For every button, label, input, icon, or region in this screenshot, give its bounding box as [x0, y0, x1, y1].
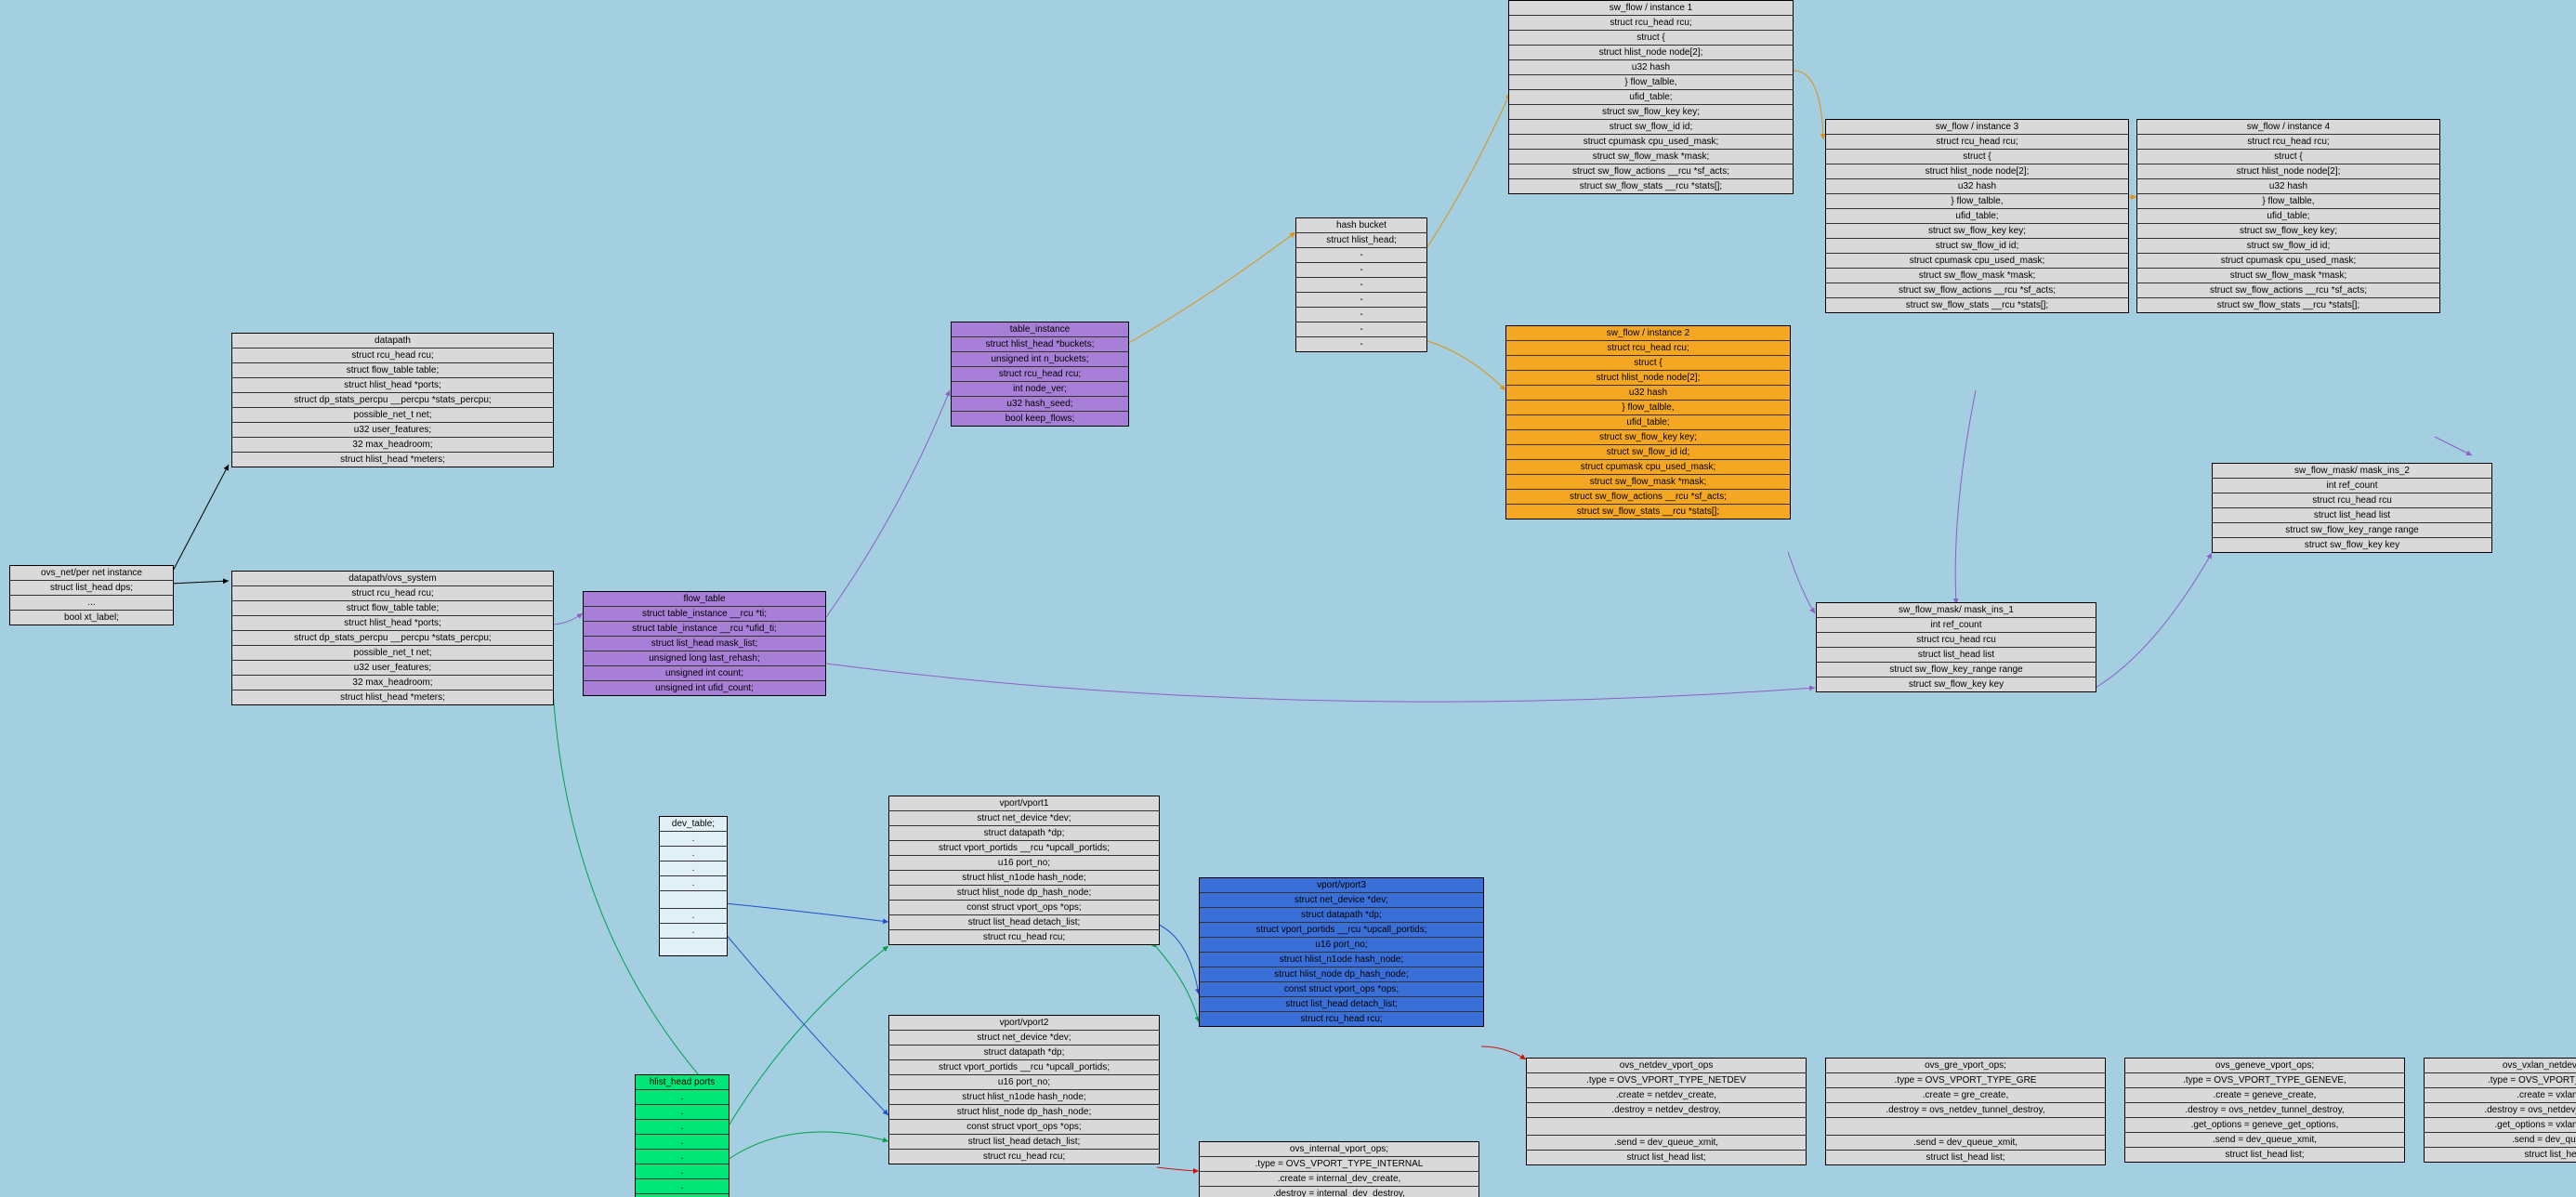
ops-netdev-node: ovs_netdev_vport_ops .type = OVS_VPORT_T…	[1526, 1058, 1807, 1165]
hash-bucket-node: hash bucket struct hlist_head; - - - - -…	[1295, 217, 1427, 352]
vport3-node: vport/vport3 struct net_device *dev; str…	[1199, 877, 1484, 1027]
sw-flow-3-node: sw_flow / instance 3 struct rcu_head rcu…	[1825, 119, 2129, 313]
mask-2-node: sw_flow_mask/ mask_ins_2 int ref_count s…	[2212, 463, 2492, 553]
table-instance-node: table_instance struct hlist_head *bucket…	[951, 322, 1129, 427]
ops-gre-node: ovs_gre_vport_ops; .type = OVS_VPORT_TYP…	[1825, 1058, 2106, 1165]
sw-flow-4-node: sw_flow / instance 4 struct rcu_head rcu…	[2136, 119, 2440, 313]
ops-internal-node: ovs_internal_vport_ops; .type = OVS_VPOR…	[1199, 1141, 1479, 1197]
vport2-node: vport/vport2 struct net_device *dev; str…	[888, 1015, 1160, 1164]
sw-flow-2-node: sw_flow / instance 2 struct rcu_head rcu…	[1505, 325, 1791, 520]
datapath-ovs-system-node: datapath/ovs_system struct rcu_head rcu;…	[231, 571, 554, 705]
title: ovs_net/per net instance	[10, 566, 173, 581]
flow-table-node: flow_table struct table_instance __rcu *…	[583, 591, 826, 696]
ops-vxlan-node: ovs_vxlan_netdev_vport_ops; .type = OVS_…	[2424, 1058, 2576, 1163]
ops-geneve-node: ovs_geneve_vport_ops; .type = OVS_VPORT_…	[2124, 1058, 2405, 1163]
datapath-node: datapath struct rcu_head rcu; struct flo…	[231, 333, 554, 467]
hlist-head-ports-node: hlist_head ports . . . . . . . .	[635, 1074, 729, 1197]
vport1-node: vport/vport1 struct net_device *dev; str…	[888, 796, 1160, 945]
mask-1-node: sw_flow_mask/ mask_ins_1 int ref_count s…	[1816, 602, 2096, 692]
sw-flow-1-node: sw_flow / instance 1 struct rcu_head rcu…	[1508, 0, 1794, 194]
dev-table-node: dev_table; . . . . . .	[659, 816, 728, 956]
ovs-net-node: ovs_net/per net instance struct list_hea…	[9, 565, 174, 625]
